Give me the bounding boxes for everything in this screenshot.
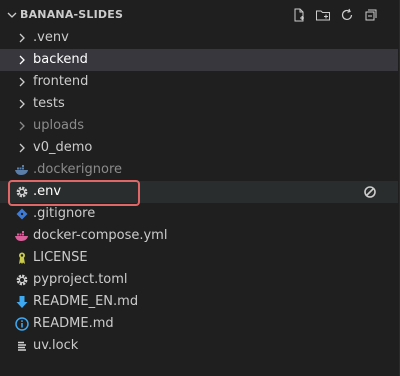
git-diamond-icon bbox=[14, 206, 30, 222]
tree-item-label: .venv bbox=[33, 30, 69, 45]
tree-item-label: .env bbox=[33, 184, 62, 199]
tree-item-pyproject[interactable]: pyproject.toml bbox=[0, 269, 398, 291]
tree-item-label: v0_demo bbox=[33, 140, 93, 155]
tree-item-license[interactable]: LICENSE bbox=[0, 247, 398, 269]
tree-item-label: README_EN.md bbox=[33, 294, 139, 309]
explorer-panel: BANANA-SLIDES .venv backend frontend tes… bbox=[0, 0, 400, 376]
tree-item-label: pyproject.toml bbox=[33, 272, 128, 287]
chevron-right-icon bbox=[19, 33, 25, 43]
docker-icon bbox=[14, 228, 30, 244]
tree-item-label: README.md bbox=[33, 316, 114, 331]
workspace-title: BANANA-SLIDES bbox=[20, 8, 124, 21]
gear-icon bbox=[14, 184, 30, 200]
tree-item-label: .gitignore bbox=[33, 206, 96, 221]
license-icon bbox=[14, 250, 30, 266]
tree-item-dockerignore[interactable]: .dockerignore bbox=[0, 159, 398, 181]
file-tree: .venv backend frontend tests uploads v0_… bbox=[0, 27, 398, 357]
chevron-right-icon bbox=[19, 143, 25, 153]
download-arrow-icon bbox=[14, 294, 30, 310]
tree-item-docker-compose[interactable]: docker-compose.yml bbox=[0, 225, 398, 247]
ignored-badge-icon bbox=[364, 186, 376, 198]
tree-item-label: docker-compose.yml bbox=[33, 228, 168, 243]
chevron-right-icon bbox=[19, 99, 25, 109]
new-folder-icon[interactable] bbox=[314, 6, 332, 24]
chevron-right-icon bbox=[19, 121, 25, 131]
tree-item-frontend[interactable]: frontend bbox=[0, 71, 398, 93]
chevron-down-icon[interactable] bbox=[4, 7, 20, 23]
chevron-right-icon bbox=[19, 55, 25, 65]
tree-item-gitignore[interactable]: .gitignore bbox=[0, 203, 398, 225]
tree-item-label: uv.lock bbox=[33, 338, 79, 353]
tree-item-env[interactable]: .env bbox=[0, 181, 398, 203]
tree-item-venv[interactable]: .venv bbox=[0, 27, 398, 49]
refresh-icon[interactable] bbox=[338, 6, 356, 24]
tree-item-label: frontend bbox=[33, 74, 89, 89]
explorer-header[interactable]: BANANA-SLIDES bbox=[0, 4, 398, 26]
lines-icon bbox=[14, 338, 30, 354]
tree-item-readme-en[interactable]: README_EN.md bbox=[0, 291, 398, 313]
new-file-icon[interactable] bbox=[290, 6, 308, 24]
tree-item-label: LICENSE bbox=[33, 250, 88, 265]
gear-icon bbox=[14, 272, 30, 288]
tree-item-label: uploads bbox=[33, 118, 85, 133]
tree-item-tests[interactable]: tests bbox=[0, 93, 398, 115]
tree-item-v0-demo[interactable]: v0_demo bbox=[0, 137, 398, 159]
docker-icon bbox=[14, 162, 30, 178]
info-icon bbox=[14, 316, 30, 332]
tree-item-readme[interactable]: README.md bbox=[0, 313, 398, 335]
tree-item-label: tests bbox=[33, 96, 65, 111]
tree-item-uv-lock[interactable]: uv.lock bbox=[0, 335, 398, 357]
chevron-right-icon bbox=[19, 77, 25, 87]
tree-item-label: .dockerignore bbox=[33, 162, 123, 177]
tree-item-label: backend bbox=[33, 52, 88, 67]
collapse-all-icon[interactable] bbox=[362, 6, 380, 24]
tree-item-uploads[interactable]: uploads bbox=[0, 115, 398, 137]
tree-item-backend[interactable]: backend bbox=[0, 49, 398, 71]
